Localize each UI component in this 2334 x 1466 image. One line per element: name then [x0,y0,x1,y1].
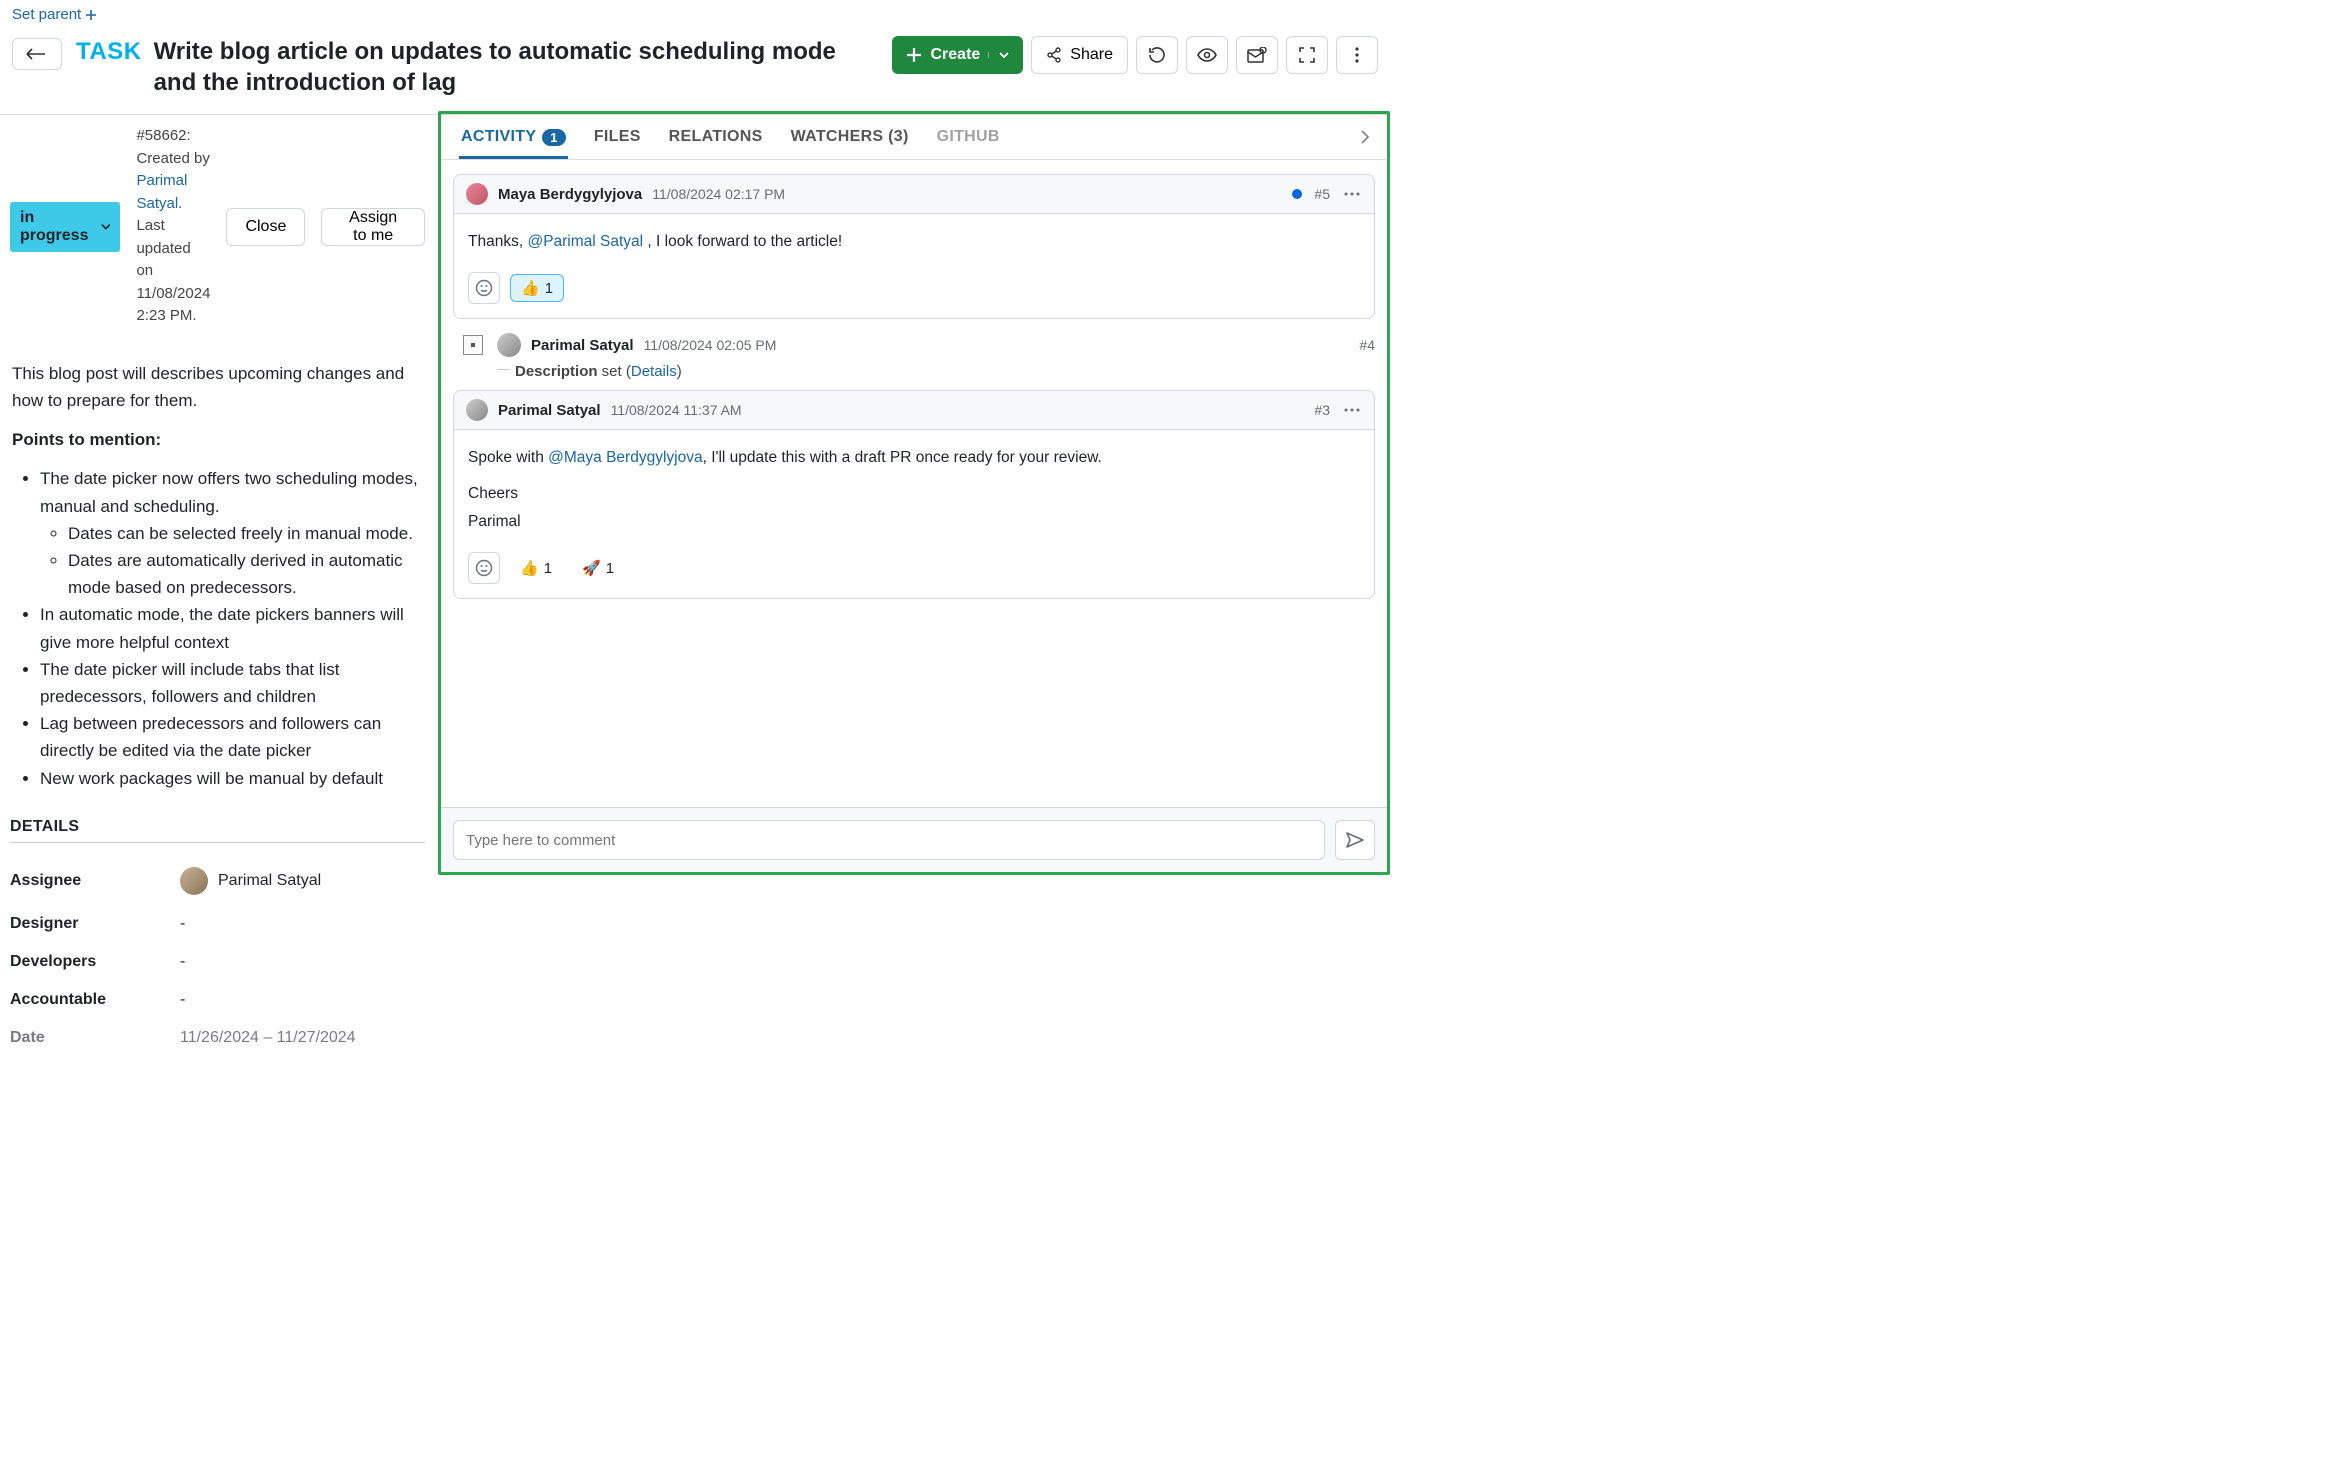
history-icon [1147,45,1167,65]
close-button[interactable]: Close [226,208,305,246]
reaction-rocket[interactable]: 🚀 1 [572,555,624,581]
share-label: Share [1070,46,1113,64]
send-comment-button[interactable] [1335,820,1375,860]
task-type-badge: TASK [76,36,142,66]
details-header: DETAILS [10,792,425,843]
kebab-icon [1355,47,1359,63]
chevron-down-icon [999,52,1009,58]
comment-input[interactable] [453,820,1325,860]
activity-comment: Parimal Satyal 11/08/2024 11:37 AM #3 Sp… [453,390,1375,599]
comment-author[interactable]: Maya Berdygylyjova [498,186,642,203]
comment-ref[interactable]: #5 [1314,186,1330,202]
details-link[interactable]: Details [631,363,677,380]
smile-icon [475,279,493,297]
set-parent-label: Set parent [12,6,81,23]
detail-designer[interactable]: Designer - [10,905,425,943]
unread-indicator [1292,189,1302,199]
send-icon [1346,832,1364,848]
envelope-notify-icon [1247,47,1267,63]
avatar [497,333,521,357]
page-title[interactable]: Write blog article on updates to automat… [154,36,879,98]
detail-developers[interactable]: Developers - [10,943,425,981]
list-item: Lag between predecessors and followers c… [40,710,423,764]
create-button[interactable]: Create [892,36,1023,74]
back-button[interactable] [12,38,62,70]
list-item: The date picker now offers two schedulin… [40,465,423,601]
tab-activity[interactable]: ACTIVITY 1 [459,114,568,159]
points-header: Points to mention: [12,426,423,453]
avatar [180,867,208,895]
change-author[interactable]: Parimal Satyal [531,337,634,354]
activity-tabs: ACTIVITY 1 FILES RELATIONS WATCHERS (3) … [441,114,1387,160]
comment-menu[interactable] [1342,190,1362,198]
tab-watchers[interactable]: WATCHERS (3) [789,114,911,159]
detail-date[interactable]: Date 11/26/2024 – 11/27/2024 [10,1019,425,1057]
eye-icon [1197,48,1217,62]
plus-icon [85,9,97,21]
avatar [466,399,488,421]
share-button[interactable]: Share [1031,36,1128,74]
chevron-right-icon [1361,130,1369,144]
more-button[interactable] [1336,36,1378,74]
list-item: The date picker will include tabs that l… [40,656,423,710]
tab-github[interactable]: GITHUB [935,114,1002,159]
smile-icon [475,559,493,577]
detail-accountable[interactable]: Accountable - [10,981,425,1019]
list-item: Dates are automatically derived in autom… [68,547,423,601]
chevron-down-icon [101,223,111,231]
comment-menu[interactable] [1342,406,1362,414]
tab-relations[interactable]: RELATIONS [667,114,765,159]
list-item: New work packages will be manual by defa… [40,765,423,792]
reaction-thumbs-up[interactable]: 👍 1 [510,274,564,302]
list-item: In automatic mode, the date pickers bann… [40,601,423,655]
back-arrow-icon [26,48,48,60]
watch-button[interactable] [1186,36,1228,74]
activity-comment: Maya Berdygylyjova 11/08/2024 02:17 PM #… [453,174,1375,319]
notifications-button[interactable] [1236,36,1278,74]
change-ref[interactable]: #4 [1359,337,1375,353]
add-reaction-button[interactable] [468,272,500,304]
kebab-icon [1344,192,1360,196]
description-intro: This blog post will describes upcoming c… [12,360,423,414]
detail-assignee[interactable]: Assignee Parimal Satyal [10,857,425,905]
mention-link[interactable]: @Maya Berdygylyjova [548,449,702,466]
activity-unread-badge: 1 [542,129,566,146]
comment-author[interactable]: Parimal Satyal [498,402,601,419]
expand-icon [1299,47,1315,63]
comment-timestamp: 11/08/2024 11:37 AM [611,402,742,418]
add-reaction-button[interactable] [468,552,500,584]
status-label: in progress [20,209,91,245]
mention-link[interactable]: @Parimal Satyal [527,233,643,250]
plus-icon [906,47,922,63]
comment-timestamp: 11/08/2024 02:17 PM [652,186,785,202]
tabs-scroll-right[interactable] [1361,130,1369,144]
share-icon [1046,47,1062,63]
set-parent-link[interactable]: Set parent [12,6,97,23]
comment-ref[interactable]: #3 [1314,402,1330,418]
change-icon [463,335,483,355]
kebab-icon [1344,408,1360,412]
assign-to-me-button[interactable]: Assign to me [321,208,425,246]
fullscreen-button[interactable] [1286,36,1328,74]
reaction-thumbs-up[interactable]: 👍 1 [510,555,562,581]
status-dropdown[interactable]: in progress [10,202,120,252]
description[interactable]: This blog post will describes upcoming c… [10,328,425,792]
history-button[interactable] [1136,36,1178,74]
work-package-meta: #58662: Created by Parimal Satyal. Last … [136,125,210,328]
tab-files[interactable]: FILES [592,114,643,159]
create-label: Create [930,46,980,64]
change-timestamp: 11/08/2024 02:05 PM [644,337,777,353]
avatar [466,183,488,205]
activity-change: Parimal Satyal 11/08/2024 02:05 PM #4 De… [453,327,1375,390]
list-item: Dates can be selected freely in manual m… [68,520,423,547]
